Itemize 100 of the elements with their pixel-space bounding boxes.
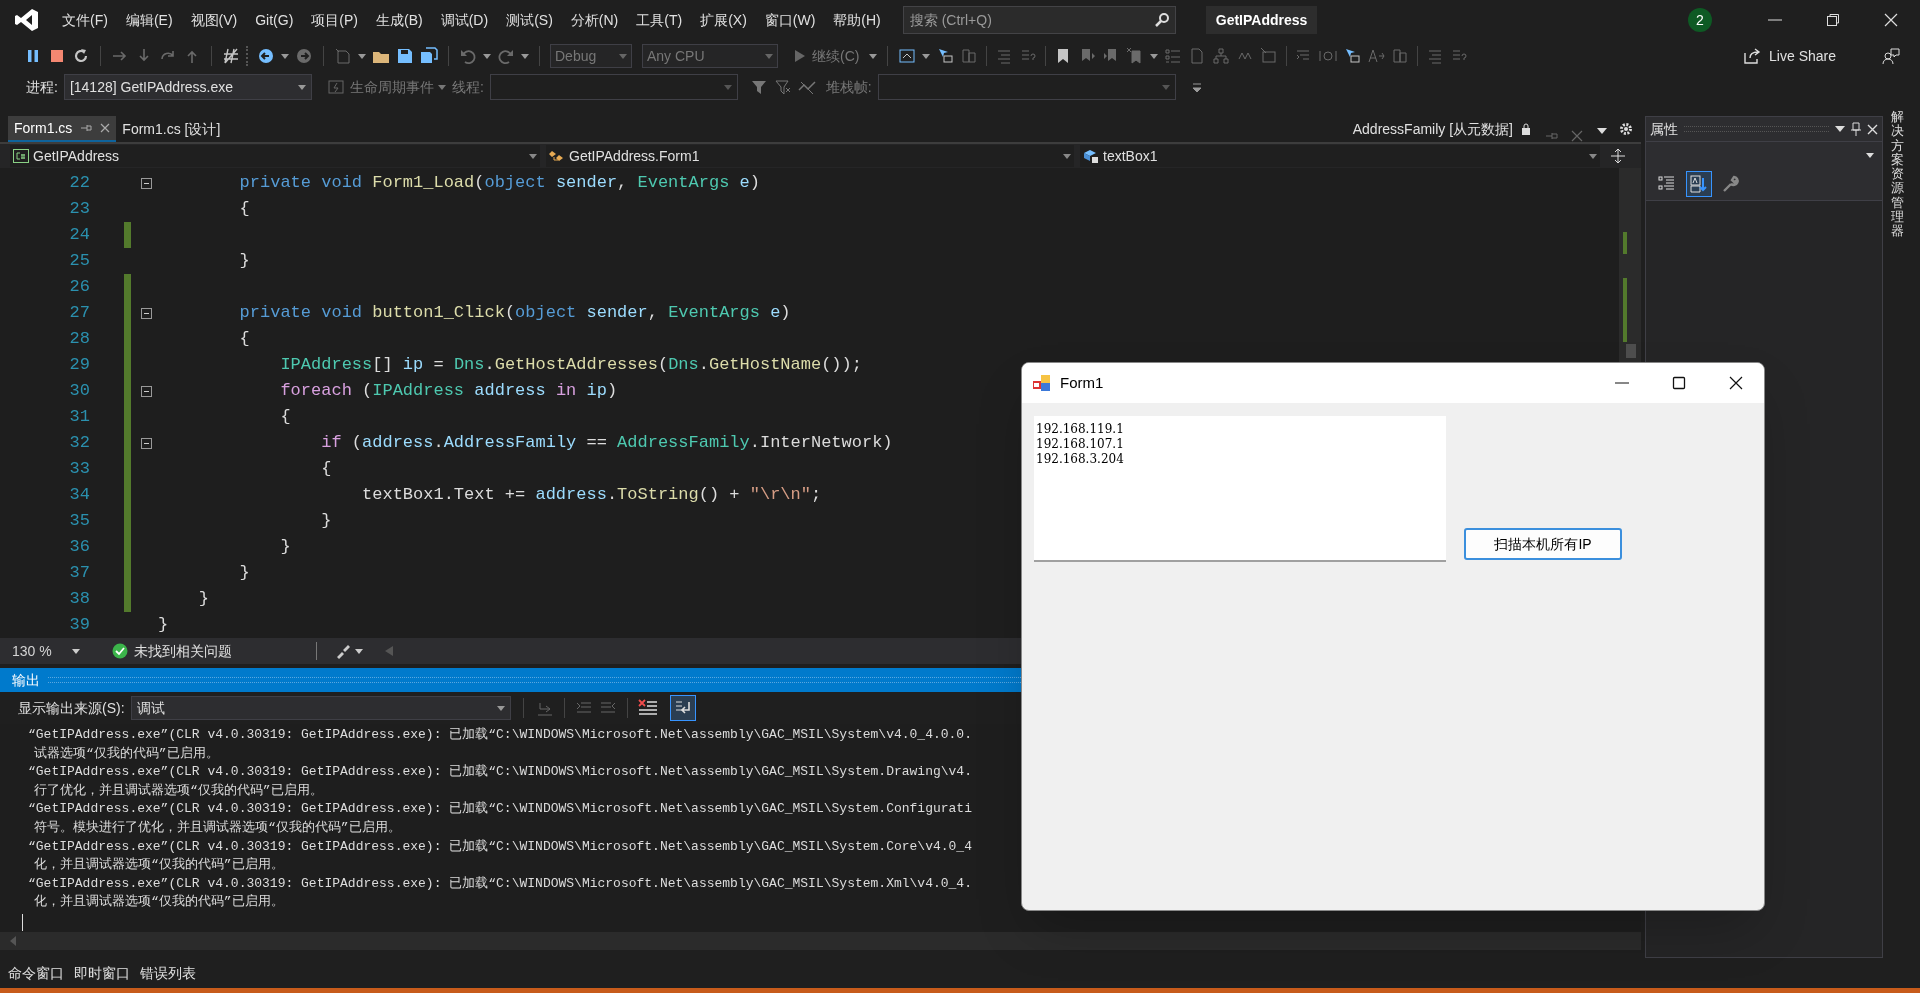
- menu-item[interactable]: 编辑(E): [117, 5, 181, 35]
- caret-icon[interactable]: [281, 53, 289, 59]
- zoom-dropdown[interactable]: 130 %: [6, 640, 86, 662]
- caret-icon[interactable]: [355, 648, 363, 654]
- caret-icon: [1589, 153, 1597, 159]
- menu-item[interactable]: 分析(N): [562, 5, 627, 35]
- live-share-button[interactable]: Live Share: [1743, 45, 1836, 67]
- horizontal-scrollbar[interactable]: [0, 932, 1641, 950]
- filter-icon[interactable]: [749, 78, 768, 96]
- restart-icon[interactable]: [72, 47, 90, 65]
- process-dropdown[interactable]: [14128] GetIPAddress.exe: [63, 74, 312, 100]
- line-number: 31: [68, 406, 91, 429]
- columns-icon[interactable]: [960, 47, 979, 65]
- search-icon[interactable]: [1154, 13, 1169, 27]
- zigzag-icon[interactable]: [797, 78, 816, 96]
- hash-icon[interactable]: [222, 47, 240, 65]
- document-tab[interactable]: Form1.cs [设计]: [116, 116, 227, 142]
- caret-icon[interactable]: [521, 53, 529, 59]
- menu-item[interactable]: 文件(F): [54, 5, 116, 35]
- undo-icon[interactable]: [459, 47, 477, 65]
- line-number: 26: [68, 276, 91, 299]
- scrollbar-thumb[interactable]: [1626, 344, 1636, 358]
- image-icon[interactable]: [1260, 47, 1279, 65]
- textbox[interactable]: 192.168.119.1 192.168.107.1 192.168.3.204: [1034, 416, 1446, 562]
- form-app-icon: [1033, 375, 1051, 391]
- member-dropdown[interactable]: textBox1: [1080, 145, 1600, 167]
- pointer-icon[interactable]: [1343, 47, 1362, 65]
- caret-icon: [529, 153, 537, 159]
- columns-icon[interactable]: [1391, 47, 1410, 65]
- feedback-icon[interactable]: [1882, 47, 1900, 65]
- menu-item[interactable]: 项目(P): [303, 5, 366, 35]
- stop-icon[interactable]: [48, 47, 66, 65]
- line-number: 23: [68, 198, 91, 221]
- lifecycle-events-button[interactable]: 生命周期事件: [349, 76, 446, 98]
- settings-icon[interactable]: [1619, 122, 1633, 136]
- code-line: IPAddress[] ip = Dns.GetHostAddresses(Dns.GetHostName());: [279, 354, 862, 377]
- tool-window-tab[interactable]: 即时窗口: [74, 962, 130, 984]
- type-dropdown[interactable]: GetIPAddress.Form1: [546, 145, 1074, 167]
- line-number: 22: [68, 172, 91, 195]
- lightning-icon[interactable]: [327, 79, 344, 95]
- search-field[interactable]: 搜索 (Ctrl+Q): [902, 6, 1176, 34]
- menu-item[interactable]: 工具(T): [628, 5, 691, 35]
- output-line: “GetIPAddress.exe”(CLR v4.0.30319: GetIPAddress.exe): 已加载“C:\WINDOWS\Microsoft.Net\assembly\GAC_MSIL\System.Drawing\v4.: [28, 763, 973, 782]
- collapse-icon[interactable]: [141, 177, 152, 189]
- document-tab[interactable]: Form1.cs: [8, 116, 117, 142]
- caret-icon[interactable]: [483, 53, 491, 59]
- hierarchy-icon[interactable]: [1212, 47, 1231, 65]
- output-line: “GetIPAddress.exe”(CLR v4.0.30319: GetIPAddress.exe): 已加载“C:\WINDOWS\Microsoft.Net\assembly\GAC_MSIL\System.Xml\v4.0_4.: [28, 874, 973, 893]
- menu-item[interactable]: 测试(S): [498, 5, 561, 35]
- collapse-icon[interactable]: [141, 385, 152, 397]
- menu-item[interactable]: 视图(V): [182, 5, 246, 35]
- caret-icon[interactable]: [1597, 128, 1607, 134]
- project-dropdown[interactable]: GetIPAddress: [10, 145, 540, 167]
- collapse-icon[interactable]: [141, 307, 152, 319]
- close-icon: [1884, 13, 1898, 27]
- app-logo-icon[interactable]: [14, 7, 40, 33]
- menu-item[interactable]: 扩展(X): [692, 5, 755, 35]
- solution-explorer-tab[interactable]: 解决方案资源管理器: [1891, 110, 1904, 239]
- home-window-icon[interactable]: [898, 47, 917, 65]
- tool-window-tab[interactable]: 错误列表: [140, 962, 196, 984]
- caret-icon[interactable]: [1150, 53, 1159, 59]
- close-icon[interactable]: [100, 123, 111, 133]
- text-arrow-icon[interactable]: [1367, 47, 1386, 65]
- redo-icon[interactable]: [497, 47, 515, 65]
- pin-icon[interactable]: [1851, 122, 1861, 136]
- list-icon[interactable]: [1164, 47, 1183, 65]
- continue-button[interactable]: 继续(C): [790, 43, 864, 69]
- caret-icon[interactable]: [922, 53, 931, 59]
- output-source-dropdown[interactable]: 调试: [130, 696, 511, 720]
- collapse-icon[interactable]: [141, 437, 152, 449]
- overflow-icon[interactable]: [1191, 81, 1202, 93]
- scan-button[interactable]: 扫描本机所有IP: [1464, 528, 1622, 560]
- back-icon[interactable]: [257, 47, 275, 65]
- field-icon: [1083, 149, 1099, 163]
- properties-view-button[interactable]: [1686, 171, 1712, 197]
- pointer-icon[interactable]: [936, 47, 955, 65]
- filter-flag-icon[interactable]: [773, 78, 792, 96]
- forward-icon[interactable]: [295, 47, 313, 65]
- menu-item[interactable]: 帮助(H): [825, 5, 889, 35]
- panel-title: 属性: [1650, 119, 1678, 139]
- menu-item[interactable]: 窗口(W): [756, 5, 824, 35]
- notification-badge[interactable]: 2: [1688, 8, 1712, 32]
- caret-icon[interactable]: [869, 53, 878, 59]
- caret-icon[interactable]: [1835, 126, 1845, 132]
- pin-icon[interactable]: [80, 122, 93, 134]
- code-line: }: [238, 250, 250, 273]
- menu-item[interactable]: Git(G): [247, 5, 302, 35]
- word-wrap-button[interactable]: [669, 695, 696, 721]
- line-number: 34: [68, 484, 91, 507]
- code-line: }: [238, 562, 250, 585]
- tool-window-tab[interactable]: 命令窗口: [8, 962, 64, 984]
- preview-tab[interactable]: AddressFamily [从元数据]: [1346, 116, 1537, 142]
- split-icon[interactable]: [1610, 148, 1626, 164]
- save-icon[interactable]: [396, 47, 414, 65]
- save-all-icon[interactable]: [420, 47, 438, 65]
- new-item-icon[interactable]: [334, 47, 352, 65]
- clear-all-icon[interactable]: [637, 699, 658, 717]
- menu-item[interactable]: 调试(D): [432, 5, 497, 35]
- menu-item[interactable]: 生成(B): [368, 5, 431, 35]
- caret-icon[interactable]: [358, 53, 366, 59]
